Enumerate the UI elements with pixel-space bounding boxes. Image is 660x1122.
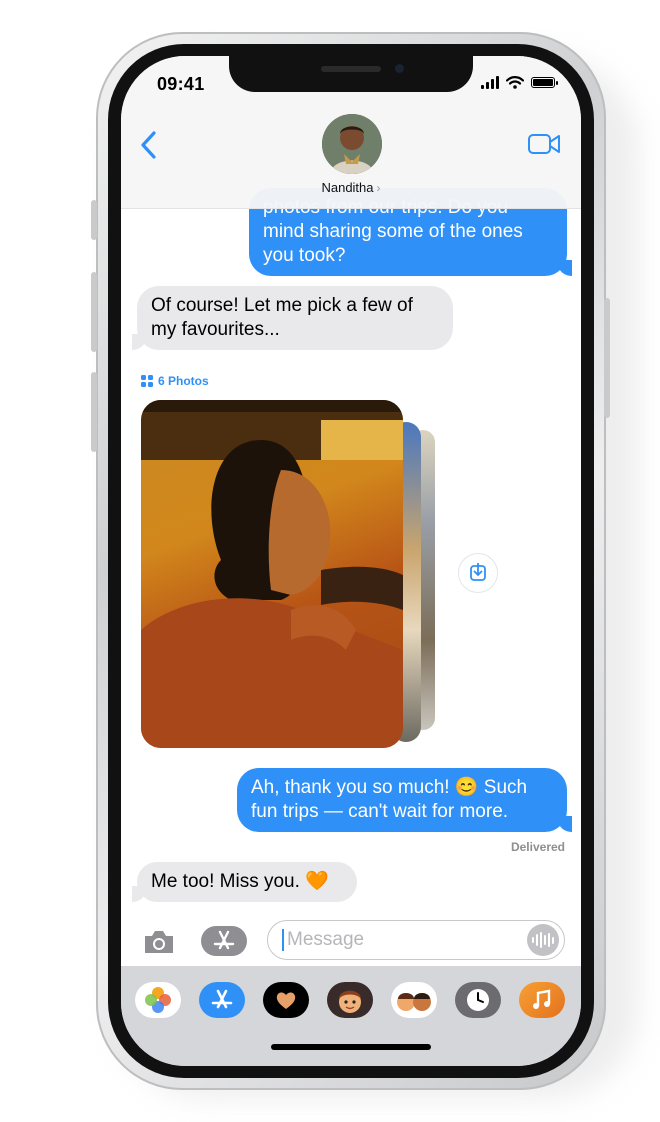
back-button[interactable] (137, 128, 161, 162)
app-store-app-icon[interactable] (199, 982, 245, 1018)
message-text: Ah, thank you so much! 😊 Such fun trips … (251, 777, 528, 822)
volume-up-button (91, 272, 97, 352)
volume-down-button (91, 372, 97, 452)
avatar-photo (322, 114, 382, 174)
delivered-status: Delivered (510, 840, 565, 854)
wifi-icon (506, 76, 524, 89)
home-indicator[interactable] (271, 1044, 431, 1050)
photo-stack-label[interactable]: 6 Photos (141, 374, 209, 388)
chevron-left-icon (141, 131, 156, 159)
contact-name: Nanditha (321, 180, 374, 195)
video-camera-icon (528, 134, 560, 154)
memoji-app-icon[interactable] (327, 982, 373, 1018)
clock-app-icon[interactable] (455, 982, 501, 1018)
status-time: 09:41 (157, 74, 205, 94)
save-to-library-icon (470, 563, 486, 581)
photos-app-icon[interactable] (135, 982, 181, 1018)
message-composer: Message (121, 914, 581, 970)
message-text: Of course! Let me pick a few of my favou… (151, 295, 413, 340)
chevron-right-icon: › (376, 181, 381, 195)
screen: photos from our trips. Do you mind shari… (121, 56, 581, 1066)
cellular-signal-icon (481, 76, 499, 89)
camera-icon (145, 931, 173, 953)
audio-message-button[interactable] (527, 924, 559, 956)
message-text: Me too! Miss you. 🧡 (151, 871, 329, 892)
message-input[interactable]: Message (267, 920, 565, 960)
portrait-photo (141, 400, 403, 748)
silent-switch (91, 200, 97, 240)
camera-button[interactable] (141, 927, 177, 957)
save-photos-button[interactable] (458, 553, 498, 593)
message-bubble-outgoing: Ah, thank you so much! 😊 Such fun trips … (237, 768, 572, 832)
notch (229, 56, 473, 92)
digital-touch-app-icon[interactable] (263, 982, 309, 1018)
battery-icon (531, 77, 558, 88)
photo-card-front (141, 400, 403, 748)
status-icons (481, 76, 558, 89)
app-store-button[interactable] (201, 926, 247, 956)
app-store-icon (213, 930, 235, 950)
message-bubble-incoming: Me too! Miss you. 🧡 (132, 862, 357, 902)
app-drawer (121, 966, 581, 1066)
memoji-stickers-app-icon[interactable] (391, 982, 437, 1018)
conversation-header: 09:41 Nanditha › (121, 56, 581, 209)
text-caret (282, 929, 284, 951)
side-button (604, 298, 610, 418)
music-app-icon[interactable] (519, 982, 565, 1018)
contact-avatar[interactable] (322, 114, 382, 174)
facetime-video-button[interactable] (527, 132, 561, 156)
message-bubble-incoming: Of course! Let me pick a few of my favou… (132, 286, 453, 350)
message-placeholder: Message (287, 929, 365, 950)
contact-name-button[interactable]: Nanditha › (121, 180, 581, 195)
photo-grid-icon (141, 375, 153, 387)
